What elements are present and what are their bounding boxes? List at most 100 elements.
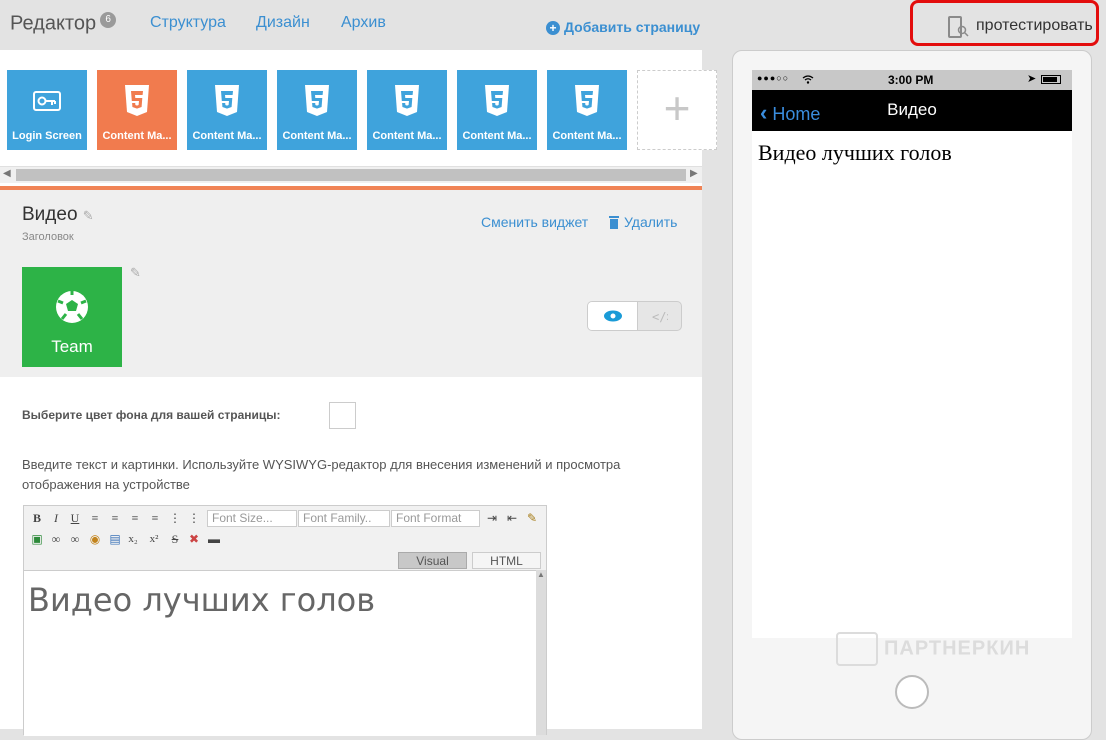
tab-design[interactable]: Дизайн bbox=[256, 14, 310, 32]
align-right-icon[interactable]: ≡ bbox=[127, 510, 143, 526]
phone-status-bar: ●●●○○ 3:00 PM ➤ bbox=[752, 70, 1072, 90]
unordered-list-icon[interactable]: ⋮ bbox=[186, 510, 202, 526]
view-toggle[interactable]: </> bbox=[587, 301, 682, 331]
image-icon[interactable]: ▤ bbox=[107, 531, 123, 547]
editor-content-text: Видео лучших голов bbox=[28, 581, 376, 619]
magnifier-icon bbox=[957, 25, 969, 37]
screen-tile[interactable]: Content Ma... bbox=[547, 70, 627, 150]
link-icon[interactable]: ∞ bbox=[48, 531, 64, 547]
screen-tile-label: Login Screen bbox=[12, 130, 82, 142]
edit-icon-pencil-icon[interactable]: ✎ bbox=[130, 265, 142, 280]
editor-badge: 6 bbox=[100, 12, 117, 28]
horizontal-rule-icon[interactable]: ▬ bbox=[206, 531, 222, 547]
remove-format-icon[interactable]: ✖ bbox=[186, 531, 202, 547]
editor-panel: Login Screen Content Ma... Content Ma... Co… bbox=[0, 50, 717, 736]
watermark-text: ПАРТНЕРКИН bbox=[884, 637, 1031, 660]
editor-scrollbar[interactable]: ▲ bbox=[536, 570, 546, 735]
font-size-select[interactable]: Font Size... bbox=[207, 510, 297, 527]
editor-content-area[interactable]: Видео лучших голов bbox=[24, 570, 536, 736]
wysiwyg-editor: B I U ≡ ≡ ≡ ≡ ⋮ ⋮ Font Size... Font Fami… bbox=[23, 505, 547, 736]
bold-icon[interactable]: B bbox=[29, 510, 45, 526]
screen-tile-label: Content Ma... bbox=[282, 130, 352, 142]
html5-icon bbox=[213, 84, 241, 118]
code-icon[interactable]: </> bbox=[652, 309, 668, 323]
signal-dots: ●●●○○ bbox=[757, 73, 790, 83]
screen-tile[interactable]: Content Ma... bbox=[277, 70, 357, 150]
underline-icon[interactable]: U bbox=[67, 510, 83, 526]
test-button[interactable]: протестировать bbox=[910, 0, 1099, 46]
top-nav: Редактор 6 Структура Дизайн Архив + Добави… bbox=[0, 0, 1106, 50]
scroll-left-arrow-icon[interactable]: ◀ bbox=[3, 168, 11, 179]
screen-tile[interactable]: Content Ma... bbox=[187, 70, 267, 150]
unlink-icon[interactable]: ∞ bbox=[67, 531, 83, 547]
ordered-list-icon[interactable]: ⋮ bbox=[167, 510, 183, 526]
tiles-scrollbar[interactable]: ◀ ▶ bbox=[0, 166, 702, 183]
screen-tile-label: Content Ma... bbox=[552, 130, 622, 142]
phone-nav-title: Видео bbox=[887, 100, 937, 119]
widget-header: Видео ✎ Заголовок Сменить виджет Удалить bbox=[0, 190, 702, 259]
scrollbar-thumb[interactable] bbox=[16, 169, 686, 181]
widget-subtitle: Заголовок bbox=[22, 231, 74, 243]
media-icon[interactable]: ◉ bbox=[87, 531, 103, 547]
delete-widget-link[interactable]: Удалить bbox=[608, 214, 677, 230]
screen-tile[interactable]: Content Ma... bbox=[97, 70, 177, 150]
align-left-icon[interactable]: ≡ bbox=[87, 510, 103, 526]
trash-icon bbox=[609, 216, 619, 229]
key-icon bbox=[33, 84, 61, 118]
scroll-right-arrow-icon[interactable]: ▶ bbox=[690, 168, 698, 179]
justify-icon[interactable]: ≡ bbox=[147, 510, 163, 526]
add-page-button[interactable]: + Добавить страницу bbox=[546, 19, 700, 35]
scroll-up-arrow-icon[interactable]: ▲ bbox=[537, 570, 545, 579]
change-widget-link[interactable]: Сменить виджет bbox=[481, 214, 588, 230]
plus-circle-icon: + bbox=[546, 21, 560, 35]
location-icon: ➤ bbox=[1027, 73, 1037, 85]
subscript-icon[interactable]: x₂ bbox=[125, 531, 141, 547]
screen-tile-label: Content Ma... bbox=[102, 130, 172, 142]
delete-label: Удалить bbox=[624, 214, 678, 230]
phone-content-text: Видео лучших голов bbox=[758, 140, 952, 165]
add-screen-tile[interactable]: + bbox=[637, 70, 717, 150]
screen-tile-label: Content Ma... bbox=[462, 130, 532, 142]
strikethrough-icon[interactable]: S bbox=[167, 531, 183, 547]
phone-nav-bar: ‹ Home Видео bbox=[752, 90, 1072, 131]
svg-text:</>: </> bbox=[652, 310, 668, 323]
test-button-label: протестировать bbox=[976, 17, 1093, 34]
widget-icon-label: Team bbox=[51, 337, 93, 356]
widget-icon-tile[interactable]: Team bbox=[22, 267, 122, 367]
html5-icon bbox=[483, 84, 511, 118]
outdent-icon[interactable]: ⇤ bbox=[504, 510, 520, 526]
bg-color-picker[interactable] bbox=[329, 402, 356, 429]
insert-image-icon[interactable]: ▣ bbox=[29, 531, 45, 547]
editor-instructions: Введите текст и картинки. Используйте WY… bbox=[22, 457, 621, 492]
tab-structure[interactable]: Структура bbox=[150, 14, 226, 32]
screen-tile[interactable]: Content Ma... bbox=[457, 70, 537, 150]
italic-icon[interactable]: I bbox=[48, 510, 64, 526]
screen-tile[interactable]: Login Screen bbox=[7, 70, 87, 150]
edit-pencil-icon[interactable]: ✎ bbox=[83, 208, 94, 223]
tab-editor[interactable]: Редактор 6 bbox=[10, 12, 117, 36]
watermark-logo: ПАРТНЕРКИН bbox=[836, 632, 1030, 666]
align-center-icon[interactable]: ≡ bbox=[107, 510, 123, 526]
preview-toggle-on[interactable] bbox=[588, 302, 638, 330]
tab-visual[interactable]: Visual bbox=[398, 552, 467, 569]
font-family-select[interactable]: Font Family.. bbox=[298, 510, 390, 527]
indent-icon[interactable]: ⇥ bbox=[484, 510, 500, 526]
status-time: 3:00 PM bbox=[888, 73, 934, 87]
eye-icon bbox=[604, 310, 622, 322]
battery-icon bbox=[1041, 75, 1061, 84]
bg-color-label: Выберите цвет фона для вашей страницы: bbox=[22, 408, 281, 422]
add-page-label: Добавить страницу bbox=[564, 19, 701, 35]
tab-editor-label: Редактор bbox=[10, 12, 97, 35]
screen-tile-label: Content Ma... bbox=[372, 130, 442, 142]
tab-html[interactable]: HTML bbox=[472, 552, 541, 569]
font-format-select[interactable]: Font Format bbox=[391, 510, 480, 527]
screen-tile[interactable]: Content Ma... bbox=[367, 70, 447, 150]
superscript-icon[interactable]: x² bbox=[146, 531, 162, 547]
edit-html-icon[interactable]: ✎ bbox=[524, 510, 540, 526]
screen-tile-label: Content Ma... bbox=[192, 130, 262, 142]
widget-title-text: Видео bbox=[22, 204, 78, 225]
wifi-icon bbox=[802, 75, 814, 84]
tab-archive[interactable]: Архив bbox=[341, 14, 386, 32]
phone-home-button[interactable] bbox=[895, 675, 929, 709]
widget-body: Team ✎ </> bbox=[0, 257, 702, 377]
